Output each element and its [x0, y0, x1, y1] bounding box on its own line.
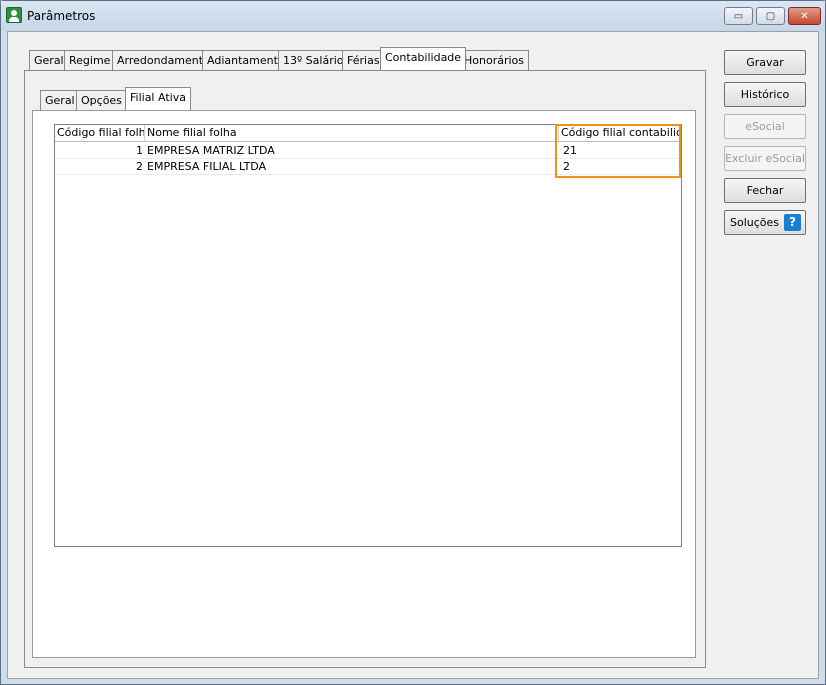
table-row[interactable]: 1 EMPRESA MATRIZ LTDA 21	[55, 143, 681, 159]
solucoes-label: Soluções	[730, 216, 780, 229]
close-button[interactable]: ✕	[788, 7, 821, 25]
tab-geral[interactable]: Geral	[29, 50, 69, 70]
window-title: Parâmetros	[27, 9, 96, 23]
client-area: Geral Regime Arredondamento Adiantamento…	[7, 31, 819, 679]
minimize-icon: ▭	[733, 10, 744, 22]
solucoes-button[interactable]: Soluções ?	[724, 210, 806, 235]
filial-grid[interactable]: Código filial folha Nome filial folha Có…	[54, 124, 682, 547]
tab-honorarios[interactable]: Honorários	[459, 50, 530, 70]
minimize-button[interactable]: ▭	[724, 7, 753, 25]
grid-header: Código filial folha Nome filial folha Có…	[55, 125, 681, 142]
historico-button[interactable]: Histórico	[724, 82, 806, 107]
esocial-button[interactable]: eSocial	[724, 114, 806, 139]
cell-codigo-filial-contabilidade[interactable]: 2	[559, 159, 681, 175]
help-icon: ?	[784, 214, 801, 231]
subtab-filial-ativa[interactable]: Filial Ativa	[125, 87, 191, 110]
maximize-button[interactable]: ▢	[756, 7, 785, 25]
cell-codigo-filial-contabilidade[interactable]: 21	[559, 143, 681, 159]
tab-regime[interactable]: Regime	[64, 50, 116, 70]
title-bar[interactable]: Parâmetros ▭ ▢ ✕	[1, 1, 825, 31]
column-header-codigo-filial-contabilidade[interactable]: Código filial contabilidade	[559, 125, 681, 142]
excluir-esocial-button[interactable]: Excluir eSocial	[724, 146, 806, 171]
fechar-button[interactable]: Fechar	[724, 178, 806, 203]
column-header-nome-filial-folha[interactable]: Nome filial folha	[145, 125, 559, 142]
subtab-opcoes[interactable]: Opções	[76, 90, 127, 110]
table-row[interactable]: 2 EMPRESA FILIAL LTDA 2	[55, 159, 681, 175]
tab-ferias[interactable]: Férias	[342, 50, 385, 70]
close-icon: ✕	[800, 10, 809, 22]
cell-nome-filial-folha: EMPRESA MATRIZ LTDA	[147, 144, 275, 157]
tab-adiantamento[interactable]: Adiantamento	[202, 50, 290, 70]
tab-contabilidade[interactable]: Contabilidade	[380, 47, 467, 70]
maximize-icon: ▢	[765, 10, 776, 22]
parametros-window: Parâmetros ▭ ▢ ✕ Geral Regime Arredondam…	[0, 0, 826, 685]
column-header-codigo-filial-folha[interactable]: Código filial folha	[55, 125, 145, 142]
tab-arredondamento[interactable]: Arredondamento	[112, 50, 215, 70]
cell-nome-filial-folha: EMPRESA FILIAL LTDA	[147, 160, 267, 173]
subtab-geral[interactable]: Geral	[40, 90, 80, 110]
gravar-button[interactable]: Gravar	[724, 50, 806, 75]
tab-13-salario[interactable]: 13º Salário	[278, 50, 349, 70]
cell-codigo-filial-folha: 2	[136, 160, 143, 173]
app-person-icon	[6, 7, 22, 23]
cell-codigo-filial-folha: 1	[136, 144, 143, 157]
